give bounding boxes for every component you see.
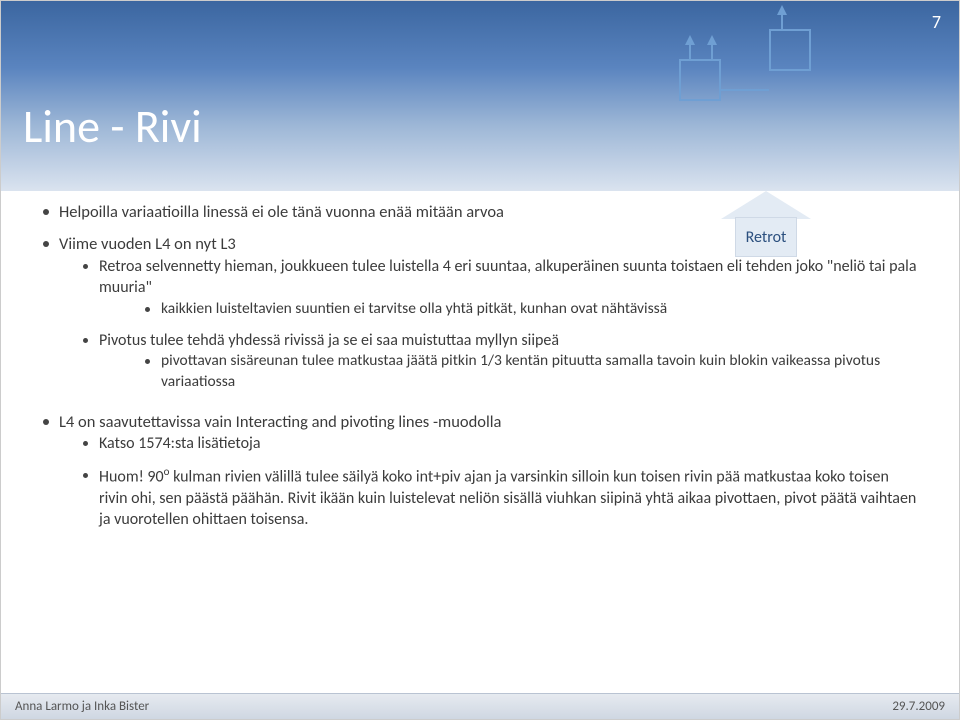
diagram-arrow [711, 43, 713, 61]
bullet-l1: L4 on saavutettavissa vain Interacting a… [41, 411, 919, 531]
bullet-text: Viime vuoden L4 on nyt L3 [59, 234, 236, 254]
diagram-arrowhead [777, 5, 787, 15]
bullet-l1: Helpoilla variaatioilla linessä ei ole t… [41, 201, 919, 223]
bullet-text: Pivotus tulee tehdä yhdessä rivissä ja s… [99, 331, 559, 350]
diagram-arrowhead [707, 35, 717, 45]
diagram-arrow [689, 43, 691, 61]
bullet-l3: kaikkien luisteltavien suuntien ei tarvi… [143, 299, 919, 320]
slide-footer: Anna Larmo ja Inka Bister 29.7.2009 [1, 693, 959, 719]
footer-date: 29.7.2009 [892, 699, 945, 714]
slide: 7 Line - Rivi Retrot Helpoilla variaatio… [0, 0, 960, 720]
bullet-l2: Retroa selvennetty hieman, joukkueen tul… [81, 256, 919, 320]
bullet-l2: Huom! 90o kulman rivien välillä tulee sä… [81, 465, 919, 531]
bullet-l1: Viime vuoden L4 on nyt L3 Retroa selvenn… [41, 233, 919, 393]
diagram-square-1 [679, 59, 721, 101]
bullet-l2: Pivotus tulee tehdä yhdessä rivissä ja s… [81, 330, 919, 393]
slide-body: Helpoilla variaatioilla linessä ei ole t… [41, 201, 919, 659]
slide-title: Line - Rivi [23, 99, 202, 155]
diagram-arrow [781, 13, 783, 31]
bullet-text: Huom! 90 [99, 467, 164, 486]
bullet-text: Retroa selvennetty hieman, joukkueen tul… [99, 257, 916, 298]
footer-authors: Anna Larmo ja Inka Bister [15, 699, 149, 714]
bullet-l2: Katso 1574:sta lisätietoja [81, 433, 919, 455]
bullet-l3: pivottavan sisäreunan tulee matkustaa jä… [143, 351, 919, 393]
bullet-text: kulman rivien välillä tulee säilyä koko … [99, 467, 916, 529]
retro-diagram [639, 19, 839, 119]
diagram-arrowhead [685, 35, 695, 45]
diagram-connector [721, 89, 769, 91]
diagram-square-2 [769, 29, 811, 71]
bullet-text: L4 on saavutettavissa vain Interacting a… [59, 412, 501, 432]
page-number: 7 [932, 11, 941, 33]
